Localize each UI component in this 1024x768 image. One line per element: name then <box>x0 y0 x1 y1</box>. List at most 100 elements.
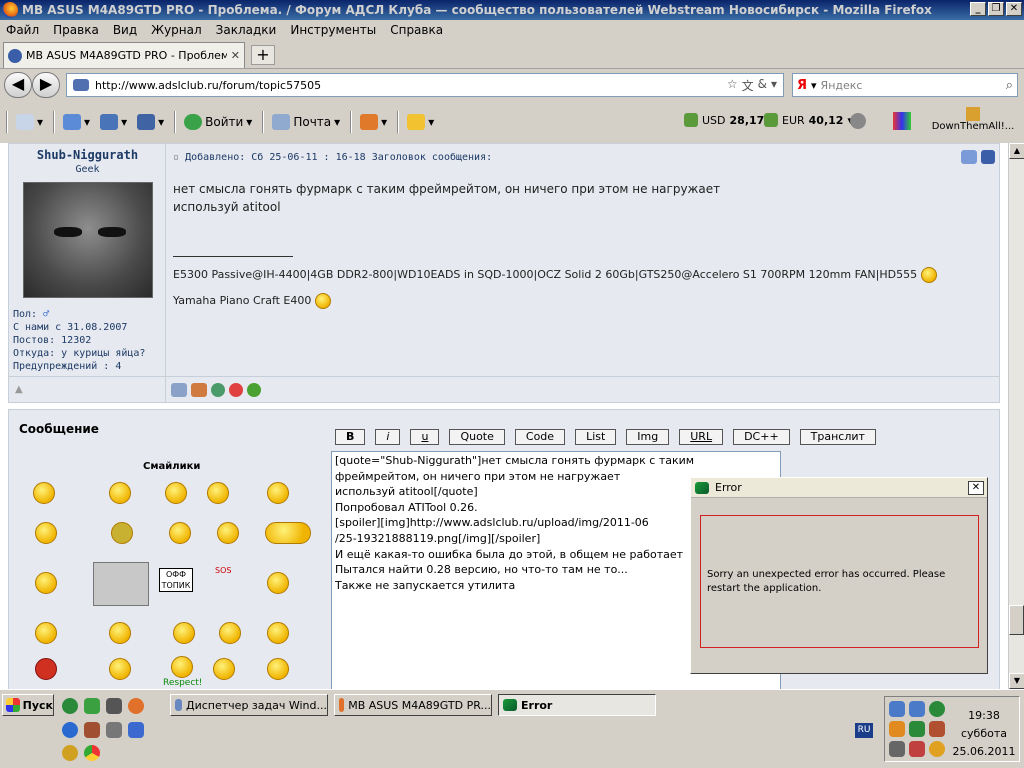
smiley-16[interactable] <box>109 658 131 680</box>
dcpp-button[interactable]: DC++ <box>733 429 790 445</box>
smiley-12[interactable] <box>35 622 57 644</box>
puzzle-tool[interactable]: ▾ <box>360 114 387 130</box>
dictionary-tool[interactable]: ▾ <box>137 114 164 130</box>
quicklaunch-firefox-icon[interactable] <box>128 698 144 714</box>
tray-antivirus-icon[interactable] <box>909 741 925 757</box>
smiley-offtopic[interactable]: ОФФ ТОПИК <box>159 568 193 592</box>
smiley-17[interactable] <box>213 658 235 680</box>
quicklaunch-aimp-icon[interactable] <box>62 745 78 761</box>
smiley-18[interactable] <box>267 658 289 680</box>
smiley-3[interactable] <box>165 482 187 504</box>
quicklaunch-chrome-icon[interactable] <box>84 745 100 761</box>
scroll-up-arrow-icon[interactable]: ▲ <box>1009 143 1024 159</box>
tray-aimp-icon[interactable] <box>929 741 945 757</box>
quicklaunch-utorrent-icon[interactable] <box>62 698 78 714</box>
gear-icon[interactable] <box>850 113 866 129</box>
url-text[interactable]: http://www.adslclub.ru/forum/topic57505 <box>95 79 721 92</box>
smiley-11[interactable] <box>267 572 289 594</box>
tray-app-icon[interactable] <box>909 721 925 737</box>
menu-bookmarks[interactable]: Закладки <box>216 23 277 37</box>
search-magnifier-icon[interactable]: ⌕ <box>1006 78 1013 93</box>
start-button[interactable]: Пуск <box>2 694 54 716</box>
page-scrollbar[interactable]: ▲ ▼ <box>1008 143 1024 689</box>
spellcheck-tool[interactable]: ▾ <box>63 114 90 130</box>
smiley-6[interactable] <box>35 522 57 544</box>
menu-edit[interactable]: Правка <box>53 23 99 37</box>
translit-button[interactable]: Транслит <box>799 429 876 445</box>
smiley-2[interactable] <box>109 482 131 504</box>
smiley-sunglasses[interactable] <box>173 622 195 644</box>
smiley-computer-desk[interactable] <box>93 562 149 606</box>
smiley-respect[interactable]: Respect! <box>163 656 202 688</box>
site-identity-icon[interactable] <box>73 79 89 91</box>
url-bar[interactable]: http://www.adslclub.ru/forum/topic57505 … <box>66 73 784 97</box>
new-tab-button[interactable]: + <box>251 45 275 65</box>
login-button[interactable]: Войти ▾ <box>184 114 252 130</box>
edit-icon[interactable] <box>981 150 995 164</box>
tray-player-icon[interactable] <box>889 721 905 737</box>
scroll-down-arrow-icon[interactable]: ▼ <box>1009 673 1024 689</box>
ampersand-icon[interactable]: & <box>758 77 767 94</box>
quicklaunch-screen-icon[interactable] <box>128 722 144 738</box>
task-taskmanager[interactable]: Диспетчер задач Wind... <box>170 694 328 716</box>
search-input[interactable]: Яндекс <box>821 79 1002 92</box>
flower-icon[interactable] <box>247 382 261 397</box>
smiley-4[interactable] <box>207 482 229 504</box>
smiley-15[interactable] <box>267 622 289 644</box>
img-button[interactable]: Img <box>626 429 670 445</box>
eur-rate[interactable]: EUR 40,12 ▾ <box>764 113 853 127</box>
language-indicator[interactable]: RU <box>855 723 873 738</box>
search-box[interactable]: Я ▾ Яндекс ⌕ <box>792 73 1018 97</box>
forward-button[interactable]: ▶ <box>32 72 60 98</box>
tab-forum[interactable]: MB ASUS M4A89GTD PRO - Проблема. / Фо...… <box>3 42 245 68</box>
maximize-button[interactable]: ❐ <box>988 2 1004 16</box>
tray-tool-icon[interactable] <box>889 741 905 757</box>
search-engine-dropdown-icon[interactable]: ▾ <box>811 79 817 92</box>
menu-file[interactable]: Файл <box>6 23 39 37</box>
pm-icon[interactable] <box>191 382 207 397</box>
translate-icon[interactable]: 文 <box>742 77 754 94</box>
smiley-accordion[interactable] <box>265 522 311 544</box>
smiley-sos[interactable]: SOS <box>215 566 231 575</box>
close-button[interactable]: ✕ <box>1006 2 1022 16</box>
url-button[interactable]: URL <box>679 429 724 445</box>
icq-icon[interactable] <box>229 382 243 397</box>
bookmark-star-icon[interactable]: ☆ <box>727 77 738 94</box>
chat-tool[interactable]: ▾ <box>16 114 43 130</box>
list-button[interactable]: List <box>575 429 617 445</box>
minimize-button[interactable]: _ <box>970 2 986 16</box>
bookmark-tool-icon[interactable] <box>893 112 911 130</box>
underline-button[interactable]: u <box>410 429 440 445</box>
post-author[interactable]: Shub-Niggurath <box>9 148 166 162</box>
smiley-devil[interactable] <box>35 658 57 680</box>
task-firefox[interactable]: MB ASUS M4A89GTD PR... <box>334 694 492 716</box>
code-button[interactable]: Code <box>514 429 566 445</box>
usd-rate[interactable]: USD 28,17 <box>684 113 764 127</box>
tray-volume-icon[interactable] <box>929 721 945 737</box>
clock[interactable]: 19:38 суббота 25.06.2011 <box>949 707 1019 761</box>
smiley-13[interactable] <box>109 622 131 644</box>
tray-network2-icon[interactable] <box>909 701 925 717</box>
mail-button[interactable]: Почта ▾ <box>272 114 340 130</box>
tray-utorrent-icon[interactable] <box>929 701 945 717</box>
bold-button[interactable]: B <box>335 429 366 445</box>
tray-network-icon[interactable] <box>889 701 905 717</box>
italic-button[interactable]: i <box>375 429 401 445</box>
menu-history[interactable]: Журнал <box>151 23 202 37</box>
translate-tool[interactable]: ▾ <box>100 114 127 130</box>
quicklaunch-app-icon[interactable] <box>84 722 100 738</box>
smiley-10[interactable] <box>35 572 57 594</box>
smiley-7[interactable] <box>111 522 133 544</box>
profile-icon[interactable] <box>171 382 187 397</box>
quote-button[interactable]: Quote <box>449 429 505 445</box>
scroll-top-icon[interactable]: ▲ <box>15 384 23 395</box>
favorites-tool[interactable]: ▾ <box>407 114 434 130</box>
downthemall-button[interactable]: DownThemAll!... <box>928 107 1018 132</box>
quicklaunch-ie-icon[interactable] <box>62 722 78 738</box>
back-button[interactable]: ◀ <box>4 72 32 98</box>
scroll-thumb[interactable] <box>1009 605 1024 635</box>
quote-reply-icon[interactable] <box>961 150 977 164</box>
smiley-8[interactable] <box>169 522 191 544</box>
smiley-1[interactable] <box>33 482 55 504</box>
dropdown-arrow-icon[interactable]: ▾ <box>771 77 777 94</box>
